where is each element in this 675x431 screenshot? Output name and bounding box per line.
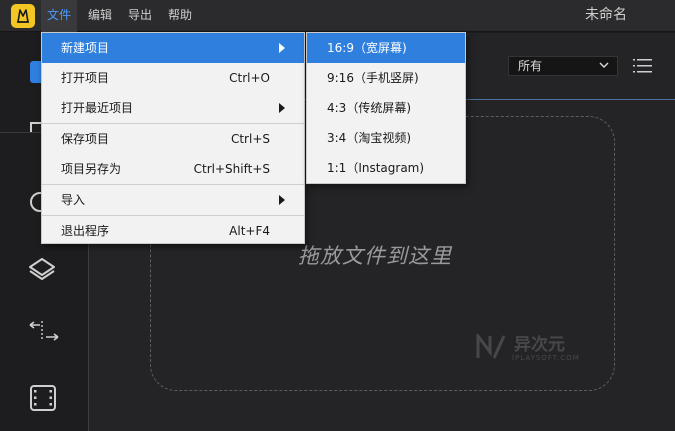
watermark-subtext: IPLAYSOFT.COM xyxy=(512,354,580,362)
file-menu-dropdown: 新建项目 打开项目 Ctrl+O 打开最近项目 保存项目 Ctrl+S 项目另存… xyxy=(41,32,305,244)
menu-item-open-recent[interactable]: 打开最近项目 xyxy=(42,93,304,123)
app-logo-icon[interactable] xyxy=(11,4,35,28)
aspect-16-9-option[interactable]: 16:9（宽屏幕) xyxy=(307,33,465,63)
menu-item-import[interactable]: 导入 xyxy=(42,185,304,215)
shortcut-label: Ctrl+S xyxy=(230,132,270,146)
media-filter-select[interactable]: 所有 xyxy=(508,56,618,76)
watermark-logo-icon xyxy=(476,334,506,359)
submenu-arrow-icon xyxy=(279,103,285,113)
list-view-icon[interactable] xyxy=(633,58,653,74)
watermark-text: 异次元 xyxy=(514,335,565,355)
menu-file[interactable]: 文件 xyxy=(41,0,78,32)
transition-icon[interactable] xyxy=(26,319,62,343)
new-project-submenu: 16:9（宽屏幕) 9:16（手机竖屏) 4:3（传统屏幕) 3:4（淘宝视频)… xyxy=(306,32,466,184)
submenu-arrow-icon xyxy=(279,195,285,205)
filter-selected-value: 所有 xyxy=(518,59,543,73)
aspect-9-16-option[interactable]: 9:16（手机竖屏) xyxy=(307,63,465,93)
layers-icon[interactable] xyxy=(26,251,56,281)
chevron-down-icon xyxy=(599,62,609,68)
menu-item-new-project[interactable]: 新建项目 xyxy=(42,33,304,63)
drop-zone-hint: 拖放文件到这里 xyxy=(298,244,452,268)
menu-item-exit[interactable]: 退出程序 Alt+F4 xyxy=(42,216,304,246)
aspect-3-4-option[interactable]: 3:4（淘宝视频) xyxy=(307,123,465,153)
shortcut-label: Ctrl+Shift+S xyxy=(193,162,270,176)
submenu-arrow-icon xyxy=(279,43,285,53)
menu-edit[interactable]: 编辑 xyxy=(82,0,118,32)
watermark: 异次元 IPLAYSOFT.COM xyxy=(476,330,596,370)
shortcut-label: Ctrl+O xyxy=(229,71,270,85)
shortcut-label: Alt+F4 xyxy=(229,224,270,238)
menu-export[interactable]: 导出 xyxy=(122,0,158,32)
aspect-1-1-option[interactable]: 1:1（Instagram) xyxy=(307,153,465,183)
menu-item-open-project[interactable]: 打开项目 Ctrl+O xyxy=(42,63,304,93)
menu-help[interactable]: 帮助 xyxy=(162,0,198,32)
menu-item-save-as[interactable]: 项目另存为 Ctrl+Shift+S xyxy=(42,154,304,184)
window-title: 未命名 xyxy=(585,7,627,23)
aspect-4-3-option[interactable]: 4:3（传统屏幕) xyxy=(307,93,465,123)
film-element-icon[interactable] xyxy=(26,383,58,413)
menu-item-save-project[interactable]: 保存项目 Ctrl+S xyxy=(42,124,304,154)
menu-bar: 文件 编辑 导出 帮助 未命名 xyxy=(0,0,675,32)
